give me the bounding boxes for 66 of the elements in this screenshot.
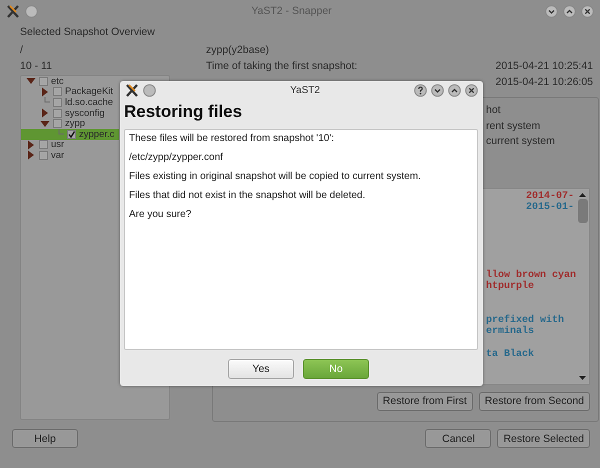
restore-button[interactable]: Restore from First <box>376 392 473 410</box>
help-icon[interactable] <box>414 84 427 96</box>
checkbox[interactable] <box>53 119 62 128</box>
tree-item-label[interactable]: var <box>51 150 64 161</box>
checkbox[interactable] <box>67 130 76 139</box>
checkbox[interactable] <box>53 98 62 107</box>
tree-item-label[interactable]: sysconfig <box>65 108 105 119</box>
yes-button[interactable]: Yes <box>228 359 294 379</box>
diff-line: erminals <box>486 326 536 338</box>
option-label[interactable]: rent system <box>486 118 590 134</box>
time-value: 2015-04-21 10:26:05 <box>496 75 594 90</box>
diff-line: htpurple <box>486 280 536 292</box>
expanded-arrow-icon[interactable] <box>40 118 50 129</box>
logo-icon <box>125 82 139 98</box>
option-label[interactable]: current system <box>486 134 590 150</box>
checkbox[interactable] <box>39 150 48 160</box>
checkbox[interactable] <box>53 87 62 96</box>
collapsed-arrow-icon[interactable] <box>26 150 36 160</box>
tree-item-label[interactable]: etc <box>51 76 64 87</box>
checkbox[interactable] <box>53 108 62 118</box>
close-icon[interactable] <box>581 4 594 18</box>
overview-heading: Selected Snapshot Overview <box>20 25 156 40</box>
collapsed-arrow-icon[interactable] <box>26 140 36 150</box>
checkbox[interactable] <box>39 76 48 86</box>
expanded-arrow-icon[interactable] <box>26 76 36 86</box>
maximize-icon[interactable] <box>563 4 576 18</box>
selected-row[interactable]: zypper.c <box>21 128 119 140</box>
checkbox[interactable] <box>39 140 48 150</box>
help-button[interactable]: Help <box>12 429 78 448</box>
time-value: 2015-04-21 10:25:41 <box>496 59 594 74</box>
diff-line: ta Black <box>486 348 536 360</box>
minimize-icon[interactable] <box>545 4 558 18</box>
message-text: Files existing in original snapshot will be copied to current system. <box>129 170 422 184</box>
diff-line: 2014-07- <box>525 190 576 202</box>
message-text: These files will be restored from snapshot '10': <box>129 132 336 146</box>
message-text: Files that did not exist in the snapshot will be deleted. <box>129 189 366 203</box>
dialog-heading: Restoring files <box>124 101 244 123</box>
maximize-icon[interactable] <box>448 84 461 96</box>
tree-item-label[interactable]: usr <box>51 139 64 150</box>
tree-item-label[interactable]: zypper.c <box>79 128 114 140</box>
restore-button[interactable]: Restore from Second <box>478 392 590 410</box>
option-label[interactable]: hot <box>486 103 590 118</box>
message-text: Are you sure? <box>129 208 192 222</box>
cancel-button[interactable]: Cancel <box>425 429 492 448</box>
snapshot-path: / <box>20 43 24 58</box>
snapshot-range: 10 - 11 <box>20 59 53 74</box>
dialog-title: YaST2 <box>289 84 321 96</box>
tree-item-label[interactable]: PackageKit <box>65 86 114 98</box>
window-menu-icon[interactable] <box>143 84 156 96</box>
tree-item-label[interactable]: zypp <box>65 118 86 130</box>
diff-line: prefixed with <box>486 314 566 326</box>
scrollbar-thumb[interactable] <box>578 198 588 222</box>
minimize-icon[interactable] <box>431 84 444 96</box>
time-label: Time of taking the first snapshot: <box>206 59 358 74</box>
diff-line: llow brown cyan <box>486 270 576 281</box>
message-text: /etc/zypp/zypper.conf <box>129 151 224 165</box>
restore-selected-button[interactable]: Restore Selected <box>497 429 590 448</box>
scroll-down-icon[interactable] <box>578 374 588 382</box>
window-title: YaST2 - Snapper <box>250 5 333 17</box>
diff-line: 2015-01- <box>525 202 576 214</box>
collapsed-arrow-icon[interactable] <box>40 86 50 97</box>
snapshot-description: zypp(y2base) <box>206 43 270 58</box>
close-icon[interactable] <box>465 84 478 96</box>
collapsed-arrow-icon[interactable] <box>40 108 50 118</box>
tree-item-label[interactable]: ld.so.cache <box>65 96 114 108</box>
logo-icon <box>6 4 20 18</box>
